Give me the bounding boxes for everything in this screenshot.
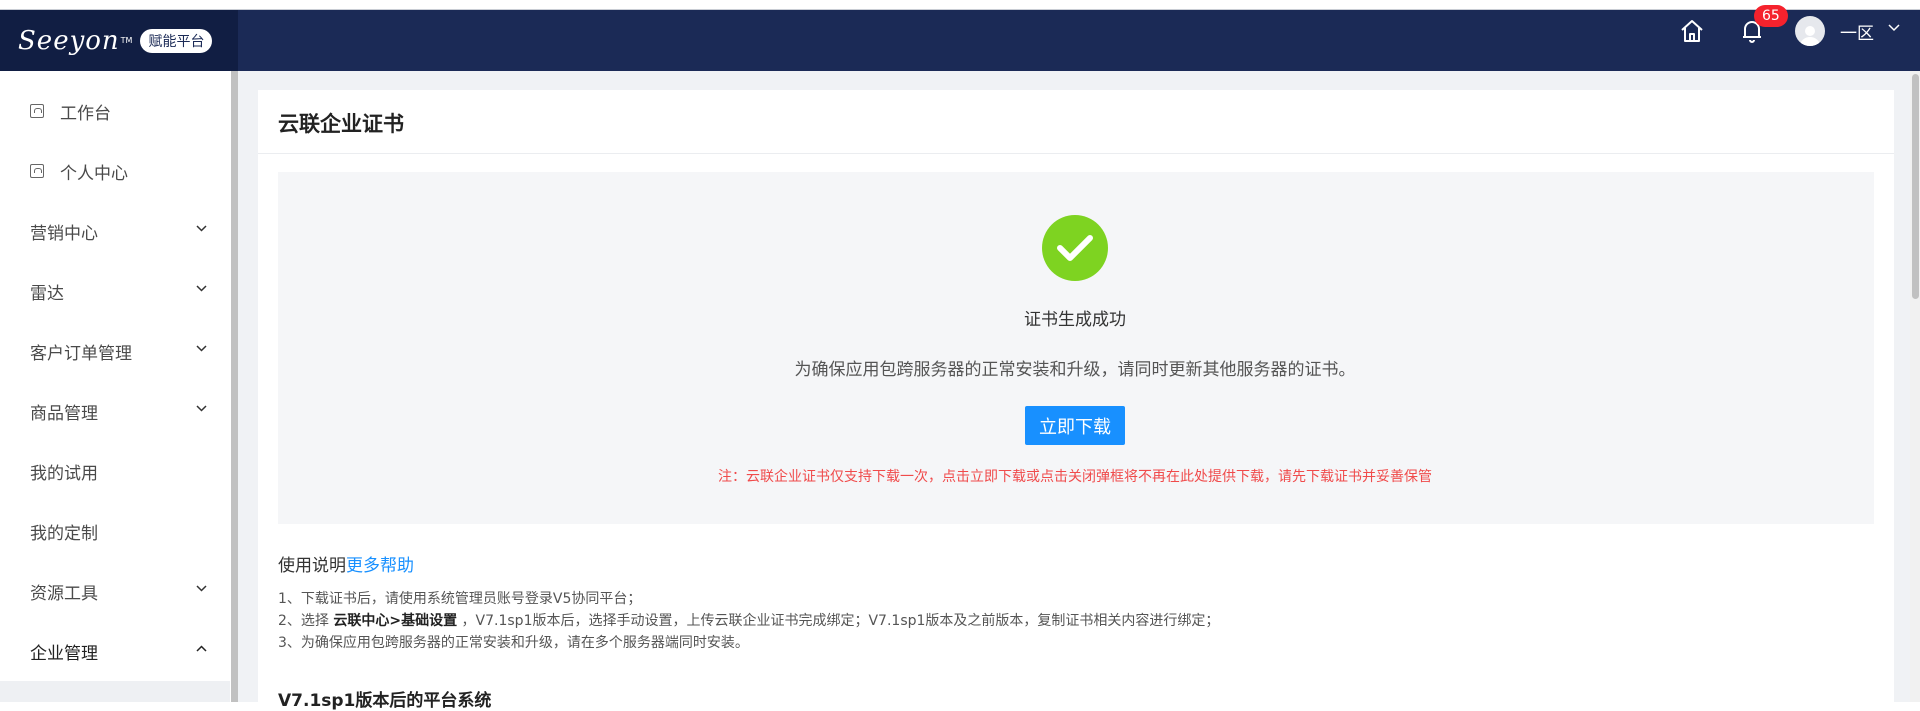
chevron-up-icon bbox=[196, 645, 207, 652]
platform-badge: 赋能平台 bbox=[140, 28, 213, 53]
check-icon bbox=[1057, 235, 1093, 261]
home-button[interactable] bbox=[1672, 11, 1712, 51]
sidebar-item-label: 个人中心 bbox=[60, 163, 128, 184]
page-icon bbox=[30, 164, 44, 178]
card-divider bbox=[258, 153, 1894, 154]
sidebar-item-label: 企业管理 bbox=[30, 643, 98, 664]
sidebar-item-enterprise-management[interactable]: 企业管理 bbox=[0, 621, 230, 681]
sidebar-item-workbench[interactable]: 工作台 bbox=[0, 81, 230, 141]
usage-title: 使用说明 bbox=[278, 556, 346, 576]
home-icon bbox=[1681, 20, 1703, 42]
sidebar-item-my-customization[interactable]: 我的定制 bbox=[0, 501, 230, 561]
sidebar-item-label: 雷达 bbox=[30, 283, 64, 304]
avatar[interactable] bbox=[1795, 16, 1825, 46]
notification-button[interactable]: 65 bbox=[1732, 5, 1788, 51]
logo-trademark: TM bbox=[120, 36, 133, 45]
usage-step-2: 2、选择 云联中心>基础设置 ，V7.1sp1版本后，选择手动设置，上传云联企业… bbox=[278, 610, 1219, 630]
more-help-link[interactable]: 更多帮助 bbox=[346, 556, 414, 576]
chevron-down-icon bbox=[196, 225, 207, 232]
sidebar-item-label: 商品管理 bbox=[30, 403, 98, 424]
sidebar-item-label: 工作台 bbox=[60, 103, 111, 124]
usage-step-2-prefix: 2、选择 bbox=[278, 613, 334, 629]
usage-step-3: 3、为确保应用包跨服务器的正常安装和升级，请在多个服务器端同时安装。 bbox=[278, 635, 749, 651]
sidebar-item-marketing[interactable]: 营销中心 bbox=[0, 201, 230, 261]
top-header: Seeyon TM 赋能平台 bbox=[0, 10, 1920, 71]
sidebar-submenu-area bbox=[0, 681, 230, 702]
sidebar-item-label: 营销中心 bbox=[30, 223, 98, 244]
sidebar-scrollbar[interactable] bbox=[231, 71, 238, 702]
sidebar-item-label: 资源工具 bbox=[30, 583, 98, 604]
seeyon-logo: Seeyon bbox=[18, 25, 120, 56]
usage-step-2-path: 云联中心>基础设置 bbox=[333, 613, 458, 629]
download-warning-note: 注：云联企业证书仅支持下载一次，点击立即下载或点击关闭弹框将不再在此处提供下载，… bbox=[718, 469, 1432, 485]
chevron-down-icon[interactable] bbox=[1888, 24, 1900, 32]
result-description: 为确保应用包跨服务器的正常安装和升级，请同时更新其他服务器的证书。 bbox=[794, 360, 1356, 380]
success-check-icon bbox=[1042, 215, 1108, 281]
sidebar-item-label: 我的定制 bbox=[30, 523, 98, 544]
sidebar-item-resource-tools[interactable]: 资源工具 bbox=[0, 561, 230, 621]
download-now-button[interactable]: 立即下载 bbox=[1025, 406, 1125, 445]
logo-area[interactable]: Seeyon TM 赋能平台 bbox=[0, 10, 238, 71]
user-name[interactable]: 一区 bbox=[1840, 19, 1874, 44]
browser-top-edge bbox=[0, 0, 1920, 10]
section-title: V7.1sp1版本后的平台系统 bbox=[278, 691, 492, 711]
chevron-down-icon bbox=[196, 585, 207, 592]
main-scrollbar-thumb[interactable] bbox=[1912, 74, 1919, 299]
notification-count-badge: 65 bbox=[1754, 5, 1788, 27]
sidebar-item-personal-center[interactable]: 个人中心 bbox=[0, 141, 230, 201]
chevron-down-icon bbox=[196, 285, 207, 292]
page-title: 云联企业证书 bbox=[278, 112, 404, 136]
usage-step-2-suffix: ，V7.1sp1版本后，选择手动设置，上传云联企业证书完成绑定；V7.1sp1版… bbox=[457, 613, 1220, 629]
page-icon bbox=[30, 104, 44, 118]
chevron-down-icon bbox=[196, 405, 207, 412]
result-title: 证书生成成功 bbox=[1024, 310, 1126, 330]
chevron-down-icon bbox=[196, 345, 207, 352]
sidebar-item-products[interactable]: 商品管理 bbox=[0, 381, 230, 441]
user-icon bbox=[1800, 26, 1820, 46]
usage-step-1: 1、下载证书后，请使用系统管理员账号登录V5协同平台； bbox=[278, 591, 642, 607]
usage-heading: 使用说明更多帮助 bbox=[278, 551, 414, 576]
